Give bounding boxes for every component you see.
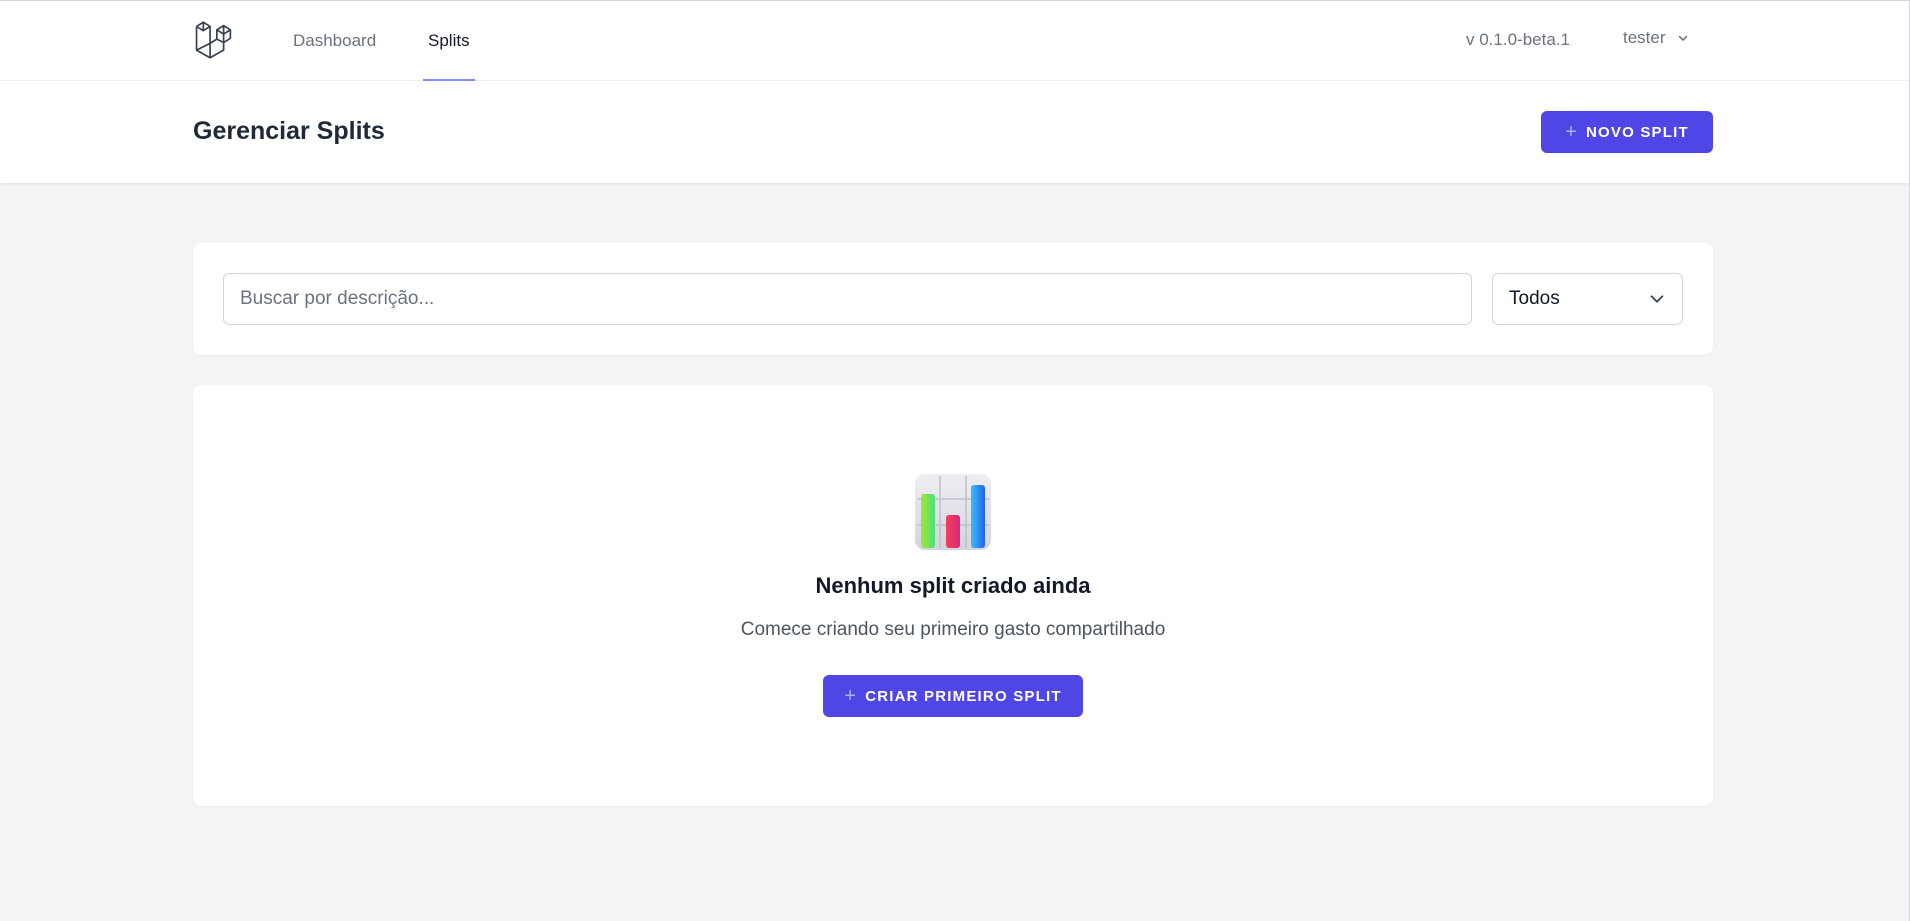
filter-card: Todos xyxy=(193,243,1713,355)
plus-icon: + xyxy=(844,685,858,707)
empty-state-card: Nenhum split criado ainda Comece criando… xyxy=(193,385,1713,806)
page-title: Gerenciar Splits xyxy=(193,117,385,145)
user-name: tester xyxy=(1623,28,1666,47)
status-filter-value: Todos xyxy=(1509,288,1560,309)
plus-icon: + xyxy=(1565,121,1579,143)
empty-state-subtitle: Comece criando seu primeiro gasto compar… xyxy=(740,619,1166,640)
top-navbar: Dashboard Splits v 0.1.0-beta.1 tester xyxy=(0,0,1910,81)
status-filter-select[interactable]: Todos xyxy=(1492,273,1683,325)
app-version: v 0.1.0-beta.1 xyxy=(1466,30,1570,49)
new-split-label: NOVO SPLIT xyxy=(1586,123,1689,141)
search-input[interactable] xyxy=(223,273,1472,325)
empty-state-title: Nenhum split criado ainda xyxy=(815,573,1091,598)
create-first-split-button[interactable]: + CRIAR PRIMEIRO SPLIT xyxy=(823,675,1083,717)
nav-link-splits[interactable]: Splits xyxy=(423,0,475,81)
new-split-button[interactable]: + NOVO SPLIT xyxy=(1541,111,1713,153)
user-menu-dropdown[interactable]: tester xyxy=(1623,28,1690,48)
chevron-down-icon xyxy=(1678,35,1687,41)
bar-chart-icon xyxy=(915,474,991,550)
chevron-down-icon xyxy=(1650,295,1664,303)
laravel-logo-icon[interactable] xyxy=(194,18,238,62)
page-header: Gerenciar Splits + NOVO SPLIT xyxy=(0,81,1910,183)
nav-link-dashboard[interactable]: Dashboard xyxy=(293,0,376,81)
create-first-split-label: CRIAR PRIMEIRO SPLIT xyxy=(865,687,1062,705)
